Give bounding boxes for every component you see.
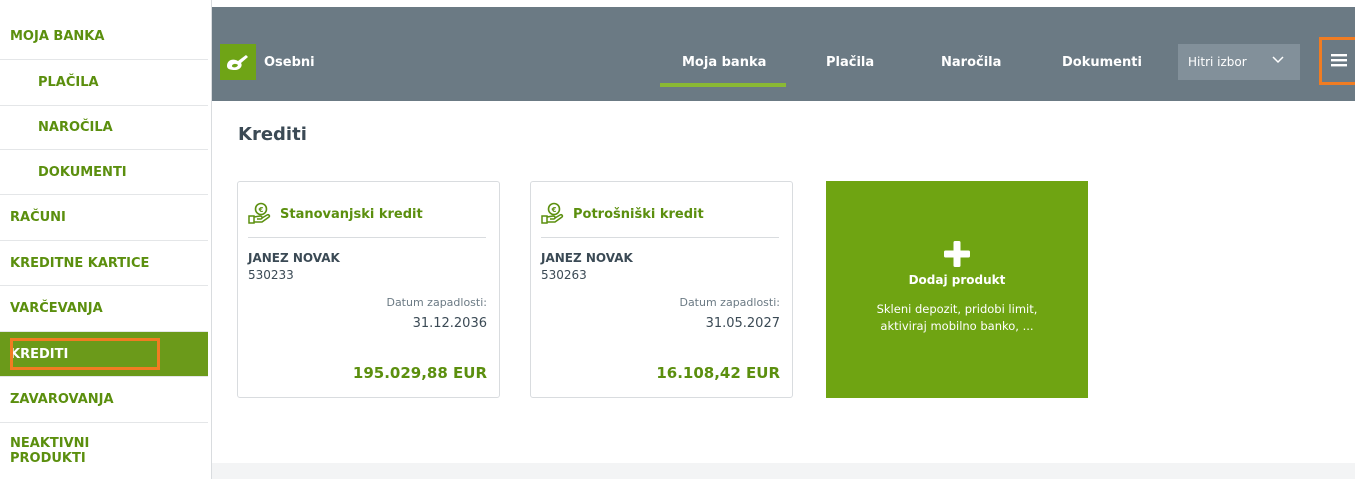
chevron-down-icon: [1272, 53, 1284, 68]
due-date-label: Datum zapadlosti:: [386, 296, 487, 309]
sidebar-item-label: ZAVAROVANJA: [10, 392, 114, 407]
sidebar-item-label: DOKUMENTI: [38, 164, 127, 180]
sidebar-item-label: KREDITNE KARTICE: [10, 255, 150, 271]
sidebar-item-label: NEAKTIVNI PRODUKTI: [10, 436, 89, 466]
card-owner: JANEZ NOVAK: [248, 251, 340, 265]
add-product-desc-line1: Skleni depozit, pridobi limit,: [876, 302, 1038, 316]
sidebar-item-varcevanja[interactable]: VARČEVANJA: [0, 286, 208, 332]
sidebar-item-narocila[interactable]: NAROČILA: [0, 106, 208, 150]
card-title: Potrošniški kredit: [573, 207, 704, 222]
due-date-value: 31.05.2027: [705, 316, 780, 331]
sidebar-item-neaktivni-produkti[interactable]: NEAKTIVNI PRODUKTI: [0, 423, 208, 479]
sidebar-item-label: PLAČILA: [38, 75, 99, 90]
nav-narocila[interactable]: Naročila: [941, 55, 1001, 70]
loan-amount: 195.029,88 EUR: [352, 364, 487, 382]
plus-icon: [944, 241, 970, 271]
bank-logo-icon[interactable]: [220, 44, 256, 80]
card-owner: JANEZ NOVAK: [541, 251, 633, 265]
hamburger-menu-icon: [1331, 52, 1347, 71]
sidebar-item-placila[interactable]: PLAČILA: [0, 60, 208, 106]
sidebar-item-label: KREDITI: [10, 346, 69, 362]
add-product-card[interactable]: Dodaj produkt Skleni depozit, pridobi li…: [826, 181, 1088, 398]
card-header: € Potrošniški kredit: [541, 192, 779, 238]
footer-strip: [212, 463, 1355, 479]
sidebar-item-label: VARČEVANJA: [10, 301, 103, 316]
add-product-description: Skleni depozit, pridobi limit, aktiviraj…: [856, 301, 1058, 335]
card-title: Stanovanjski kredit: [280, 207, 423, 222]
loan-card-potrosniski[interactable]: € Potrošniški kredit JANEZ NOVAK 530263 …: [530, 181, 793, 398]
nav-moja-banka[interactable]: Moja banka: [682, 55, 766, 70]
due-date-label: Datum zapadlosti:: [679, 296, 780, 309]
sidebar-item-zavarovanja[interactable]: ZAVAROVANJA: [0, 377, 208, 423]
sidebar: MOJA BANKA PLAČILA NAROČILA DOKUMENTI RA…: [0, 0, 212, 479]
svg-text:€: €: [258, 206, 264, 214]
add-product-title: Dodaj produkt: [908, 273, 1006, 287]
sidebar-item-racuni[interactable]: RAČUNI: [0, 195, 208, 241]
hamburger-menu-button[interactable]: [1319, 37, 1355, 85]
nav-active-underline: [660, 83, 786, 87]
card-account-number: 530263: [541, 268, 587, 282]
sidebar-item-label-line1: NEAKTIVNI: [10, 436, 90, 451]
sidebar-item-dokumenti[interactable]: DOKUMENTI: [0, 150, 208, 195]
nav-dokumenti[interactable]: Dokumenti: [1062, 55, 1142, 70]
sidebar-item-kreditne-kartice[interactable]: KREDITNE KARTICE: [0, 241, 208, 286]
card-header: € Stanovanjski kredit: [248, 192, 486, 238]
sidebar-item-label: MOJA BANKA: [10, 29, 105, 44]
loan-card-stanovanjski[interactable]: € Stanovanjski kredit JANEZ NOVAK 530233…: [237, 181, 500, 398]
loan-amount: 16.108,42 EUR: [656, 364, 780, 382]
svg-text:€: €: [551, 206, 557, 214]
top-navigation-bar: Osebni Moja banka Plačila Naročila Dokum…: [212, 7, 1355, 101]
add-product-desc-line2: aktiviraj mobilno banko, ...: [880, 319, 1034, 333]
sidebar-item-label-line2: PRODUKTI: [10, 451, 86, 466]
nav-placila[interactable]: Plačila: [826, 55, 874, 70]
page-title: Krediti: [238, 124, 307, 145]
sidebar-item-krediti[interactable]: KREDITI: [0, 332, 208, 377]
hand-coin-icon: €: [541, 202, 565, 228]
card-account-number: 530233: [248, 268, 294, 282]
sidebar-item-label: RAČUNI: [10, 210, 66, 225]
due-date-value: 31.12.2036: [412, 316, 487, 331]
quick-select-dropdown[interactable]: Hitri izbor: [1178, 44, 1300, 80]
sidebar-item-label: NAROČILA: [38, 120, 113, 135]
hand-coin-icon: €: [248, 202, 272, 228]
sidebar-item-moja-banka[interactable]: MOJA BANKA: [0, 14, 208, 60]
brand-label: Osebni: [264, 55, 315, 70]
quick-select-label: Hitri izbor: [1188, 55, 1247, 69]
